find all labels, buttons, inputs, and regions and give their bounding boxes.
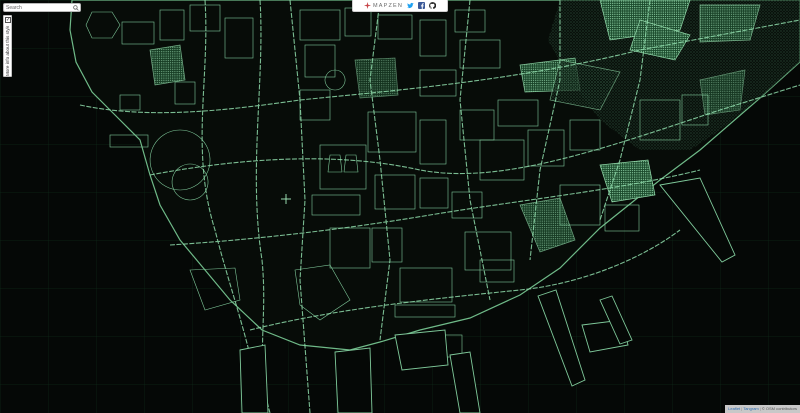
- twitter-icon[interactable]: [407, 2, 414, 9]
- style-info-tab[interactable]: ✓ More info about this style: [3, 15, 12, 77]
- github-icon[interactable]: [429, 2, 437, 9]
- search-input[interactable]: [4, 3, 72, 12]
- search-icon[interactable]: [72, 4, 80, 12]
- tangram-link[interactable]: Tangram: [743, 406, 759, 411]
- brand-name: MAPZEN: [372, 2, 404, 9]
- brand-link[interactable]: MAPZEN: [363, 2, 404, 9]
- style-info-label[interactable]: More info about this style: [5, 26, 11, 76]
- facebook-icon[interactable]: [418, 2, 426, 9]
- style-info-checkbox[interactable]: ✓: [5, 17, 11, 23]
- map-canvas[interactable]: [0, 0, 800, 413]
- mapzen-logo-icon: [363, 2, 371, 9]
- brand-bar: MAPZEN: [352, 0, 448, 12]
- copyright-text: © OSM contributors: [761, 406, 797, 411]
- leaflet-link[interactable]: Leaflet: [728, 406, 740, 411]
- search-box[interactable]: [3, 3, 81, 12]
- map-attribution: Leaflet|Tangram|© OSM contributors: [725, 405, 800, 413]
